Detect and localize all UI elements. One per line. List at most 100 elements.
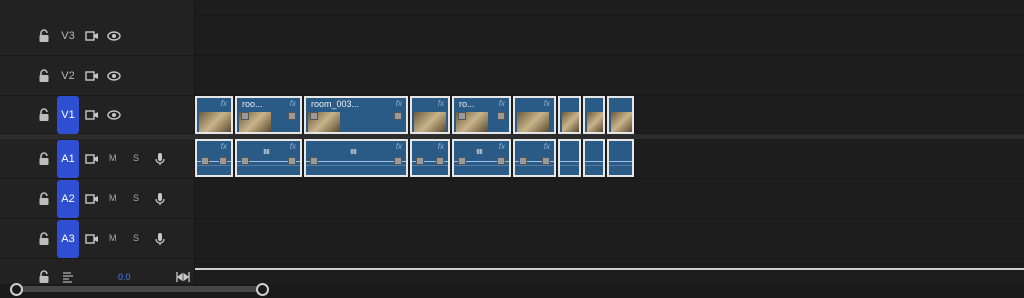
audio-clip[interactable]: fx (513, 139, 556, 177)
mic-icon[interactable] (154, 192, 168, 205)
track-header-a2: A2 M S (0, 179, 194, 219)
keyframe-marker (436, 157, 444, 165)
keyframe-marker (288, 157, 296, 165)
mute-button[interactable]: M (109, 233, 117, 243)
track-header-v3: V3 (0, 16, 194, 56)
scroll-handle-right[interactable] (256, 283, 269, 296)
eye-icon[interactable] (107, 30, 121, 42)
camera-icon[interactable] (85, 30, 99, 42)
eye-icon[interactable] (107, 109, 121, 121)
audio-clip[interactable]: fx (410, 139, 450, 177)
volume-line[interactable] (306, 161, 406, 162)
solo-button[interactable]: S (133, 193, 139, 203)
horizontal-scrollbar[interactable] (14, 286, 262, 292)
clip-thumbnail (611, 112, 632, 132)
keyframe-marker (241, 112, 249, 120)
mute-button[interactable]: M (109, 153, 117, 163)
fx-badge[interactable]: fx (290, 142, 296, 151)
solo-button[interactable]: S (133, 153, 139, 163)
lane-v2[interactable] (195, 56, 1024, 96)
audio-clip[interactable]: fx ıııı (452, 139, 511, 177)
audio-baseline (197, 165, 231, 166)
track-label-v3[interactable]: V3 (57, 25, 79, 47)
keyframe-marker (310, 157, 318, 165)
solo-button[interactable]: S (133, 233, 139, 243)
fx-badge[interactable]: fx (544, 142, 550, 151)
eye-icon[interactable] (107, 70, 121, 82)
mute-button[interactable]: M (109, 193, 117, 203)
lock-icon[interactable] (38, 270, 50, 284)
fit-icon[interactable] (176, 271, 190, 283)
volume-line[interactable] (609, 161, 632, 162)
camera-icon[interactable] (85, 153, 99, 165)
audio-clip[interactable]: fx ıııı (235, 139, 302, 177)
track-label-a2[interactable]: A2 (57, 180, 79, 218)
lock-icon[interactable] (38, 152, 50, 166)
audio-baseline (585, 165, 603, 166)
video-clip[interactable]: fx (195, 96, 233, 134)
track-header-master (0, 259, 194, 284)
audio-clip[interactable]: fx ıııı (304, 139, 408, 177)
lock-icon[interactable] (38, 108, 50, 122)
camera-icon[interactable] (85, 233, 99, 245)
audio-clip[interactable] (558, 139, 581, 177)
video-clip[interactable]: roo... fx (235, 96, 302, 134)
audio-clip[interactable] (607, 139, 634, 177)
clip-thumbnail (562, 112, 579, 132)
video-clip[interactable] (558, 96, 581, 134)
lock-icon[interactable] (38, 232, 50, 246)
video-clip[interactable]: fx (410, 96, 450, 134)
volume-line[interactable] (585, 161, 603, 162)
fx-badge[interactable]: fx (221, 142, 227, 151)
clip-name: roo... (242, 99, 263, 109)
audio-baseline (454, 165, 509, 166)
clip-thumbnail (414, 112, 446, 132)
lock-icon[interactable] (38, 29, 50, 43)
keyframe-marker (201, 157, 209, 165)
audio-baseline (609, 165, 632, 166)
track-label-v2[interactable]: V2 (57, 65, 79, 87)
fx-badge[interactable]: fx (290, 99, 296, 108)
fx-badge[interactable]: fx (499, 99, 505, 108)
video-audio-divider[interactable] (0, 134, 1024, 139)
mic-icon[interactable] (154, 232, 168, 245)
video-clip[interactable]: ro... fx (452, 96, 511, 134)
audio-clip[interactable]: fx (195, 139, 233, 177)
audio-baseline (237, 165, 300, 166)
track-label-a1[interactable]: A1 (57, 140, 79, 178)
fx-badge[interactable]: fx (396, 142, 402, 151)
fx-badge[interactable]: fx (499, 142, 505, 151)
lane-a3[interactable] (195, 219, 1024, 259)
mic-icon[interactable] (154, 152, 168, 165)
track-header-v1: V1 (0, 96, 194, 134)
camera-icon[interactable] (85, 70, 99, 82)
scroll-handle-left[interactable] (10, 283, 23, 296)
audio-wave-icon[interactable] (62, 271, 76, 283)
keyframe-marker (219, 157, 227, 165)
audio-clip[interactable] (583, 139, 605, 177)
video-clip[interactable]: fx (513, 96, 556, 134)
fx-badge[interactable]: fx (396, 99, 402, 108)
fx-badge[interactable]: fx (221, 99, 227, 108)
fx-badge[interactable]: fx (438, 99, 444, 108)
camera-icon[interactable] (85, 109, 99, 121)
master-volume-value[interactable]: 0.0 (118, 272, 131, 282)
video-clip[interactable]: room_003... fx (304, 96, 408, 134)
fx-badge[interactable]: fx (438, 142, 444, 151)
lane-a2[interactable] (195, 179, 1024, 219)
fx-badge[interactable]: fx (544, 99, 550, 108)
lock-icon[interactable] (38, 192, 50, 206)
track-header-a1: A1 M S (0, 139, 194, 179)
camera-icon[interactable] (85, 193, 99, 205)
video-clip[interactable] (607, 96, 634, 134)
track-label-v1[interactable]: V1 (57, 96, 79, 134)
track-label-a3[interactable]: A3 (57, 220, 79, 258)
audio-waveform: ıııı (350, 146, 357, 156)
lane-v3[interactable] (195, 16, 1024, 56)
volume-line[interactable] (560, 161, 579, 162)
video-clip[interactable] (583, 96, 605, 134)
keyframe-marker (310, 112, 318, 120)
keyframe-marker (458, 157, 466, 165)
master-track-line (195, 268, 1024, 270)
lock-icon[interactable] (38, 69, 50, 83)
